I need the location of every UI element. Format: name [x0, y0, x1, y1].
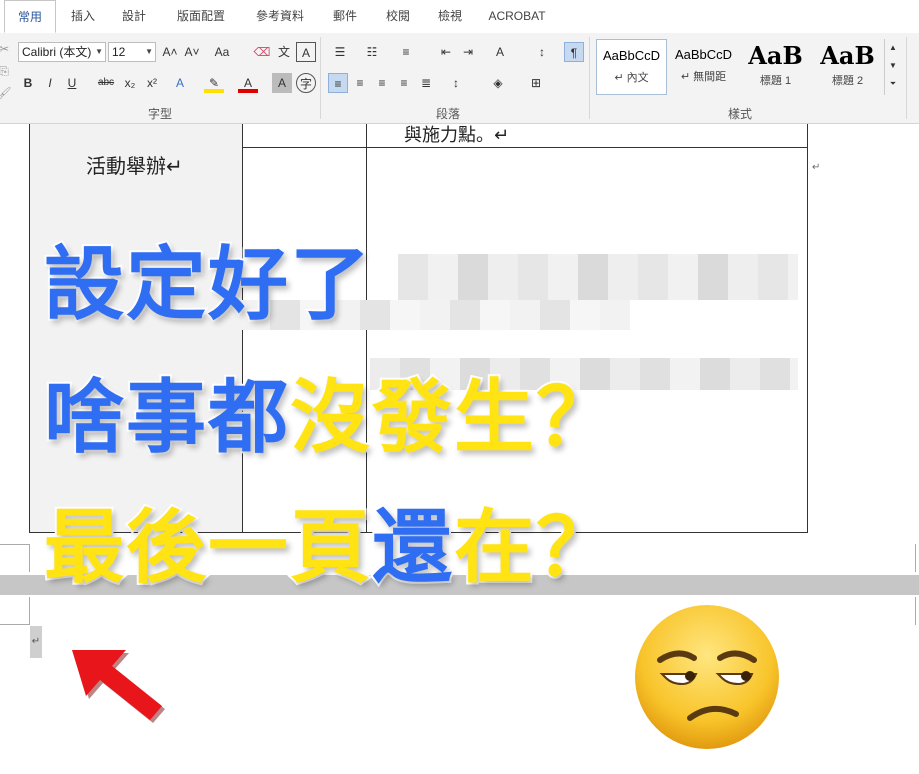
- style-name: ↵ 無間距: [680, 71, 727, 83]
- tab-home[interactable]: 常用: [4, 0, 56, 33]
- text-effects-icon[interactable]: A: [170, 73, 190, 93]
- red-arrow-icon: [72, 650, 165, 723]
- style-sample: AaBbCcD: [602, 48, 661, 63]
- style-name: ↵ 內文: [614, 72, 649, 84]
- justify-icon[interactable]: ≡: [394, 73, 414, 93]
- bold-button[interactable]: B: [18, 73, 38, 93]
- tab-review[interactable]: 校閱: [378, 0, 418, 33]
- table-border: [29, 124, 30, 532]
- char-border-icon[interactable]: A: [296, 42, 316, 62]
- style-heading-2[interactable]: AaB 標題 2: [812, 39, 883, 95]
- copy-icon[interactable]: ⎘: [0, 61, 14, 81]
- tab-acrobat[interactable]: ACROBAT: [482, 0, 552, 33]
- table-border: [807, 124, 808, 532]
- ribbon-tabs: 常用 插入 設計 版面配置 參考資料 郵件 校閱 檢視 ACROBAT: [0, 0, 919, 34]
- chevron-down-icon: ▼: [145, 47, 153, 56]
- decrease-indent-icon[interactable]: ⇤: [436, 42, 456, 62]
- cell-text-top: 與施力點。↵: [404, 125, 510, 145]
- font-color-icon[interactable]: A: [238, 73, 258, 93]
- increase-indent-icon[interactable]: ⇥: [458, 42, 478, 62]
- group-paragraph-label: 段落: [436, 107, 461, 121]
- clipboard-icon[interactable]: ✂: [0, 39, 14, 59]
- caption-line-2-yellow: 沒發生？: [288, 369, 618, 466]
- multilevel-list-icon[interactable]: ≡: [396, 42, 416, 62]
- font-size-combo[interactable]: 12 ▼: [108, 42, 156, 62]
- caption-line-3-yellow-3: 在？: [452, 499, 618, 596]
- tab-insert[interactable]: 插入: [62, 0, 104, 33]
- redacted-text: [398, 254, 798, 300]
- style-heading-1[interactable]: AaB 標題 1: [740, 39, 811, 95]
- font-size-value: 12: [112, 45, 126, 59]
- caption-line-3-blue: 還: [370, 499, 454, 596]
- strikethrough-button[interactable]: abc: [94, 73, 118, 93]
- group-styles-label: 樣式: [728, 107, 753, 121]
- align-left-icon[interactable]: ≡: [328, 73, 348, 93]
- crop-mark: [0, 544, 30, 545]
- line-spacing-icon[interactable]: ↕: [446, 73, 466, 93]
- bullets-icon[interactable]: ☰: [330, 42, 350, 62]
- enclose-char-icon[interactable]: 字: [296, 73, 316, 93]
- group-separator: [906, 37, 907, 119]
- group-separator: [589, 37, 590, 119]
- chevron-down-icon: ▼: [95, 47, 103, 56]
- style-no-spacing[interactable]: AaBbCcD ↵ 無間距: [668, 39, 739, 95]
- italic-button[interactable]: I: [40, 73, 60, 93]
- shrink-font-button[interactable]: A˅: [182, 42, 202, 62]
- last-page-paragraph-mark[interactable]: ↵: [30, 626, 42, 658]
- show-marks-icon[interactable]: ¶: [564, 42, 584, 62]
- grow-font-button[interactable]: A˄: [160, 42, 180, 62]
- align-center-icon[interactable]: ≡: [350, 73, 370, 93]
- style-sample: AaB: [820, 41, 875, 70]
- style-sample: AaBbCcD: [674, 47, 733, 62]
- change-case-button[interactable]: Aa: [208, 42, 236, 62]
- crop-mark: [915, 597, 916, 625]
- sort-icon[interactable]: ↕: [532, 42, 552, 62]
- caption-line-3-yellow-1: 最後: [42, 499, 208, 596]
- caption-line-3-yellow-2: 一頁: [206, 499, 372, 596]
- style-name: 標題 2: [831, 75, 864, 87]
- caption-line-2: 啥事都沒發生？: [42, 353, 618, 469]
- subscript-button[interactable]: x₂: [120, 73, 140, 93]
- font-name-value: Calibri (本文): [22, 45, 92, 59]
- tab-layout[interactable]: 版面配置: [170, 0, 232, 33]
- crop-mark: [29, 544, 30, 572]
- caption-line-2-blue: 啥事都: [42, 369, 290, 466]
- group-separator: [320, 37, 321, 119]
- shading-icon[interactable]: ◈: [488, 73, 508, 93]
- underline-button[interactable]: U: [62, 73, 82, 93]
- highlight-color-icon[interactable]: ✎: [204, 73, 224, 93]
- clear-format-icon[interactable]: ⌫: [252, 42, 272, 62]
- numbering-icon[interactable]: ☷: [362, 42, 382, 62]
- paragraph-mark: ↵: [812, 162, 821, 173]
- format-painter-icon[interactable]: 🖌: [0, 83, 14, 103]
- tab-view[interactable]: 檢視: [430, 0, 470, 33]
- crop-mark: [915, 544, 916, 572]
- style-sample: AaB: [748, 41, 803, 70]
- borders-icon[interactable]: ⊞: [526, 73, 546, 93]
- font-name-combo[interactable]: Calibri (本文) ▼: [18, 42, 106, 62]
- caption-line-3: 最後一頁還在？: [42, 483, 618, 599]
- unamused-face-emoji: [635, 605, 779, 749]
- char-shading-icon[interactable]: A: [272, 73, 292, 93]
- table-border: [242, 147, 808, 148]
- group-font-label: 字型: [148, 107, 173, 121]
- style-name: 標題 1: [759, 75, 792, 87]
- styles-scroll[interactable]: ▲ ▼ ⏷: [884, 39, 901, 95]
- tab-mailings[interactable]: 郵件: [325, 0, 365, 33]
- phonetic-guide-icon[interactable]: 文: [274, 42, 294, 62]
- asian-layout-icon[interactable]: A: [490, 42, 510, 62]
- distributed-icon[interactable]: ≣: [416, 73, 436, 93]
- tab-design[interactable]: 設計: [112, 0, 156, 33]
- cell-text-activity: 活動舉辦↵: [86, 156, 183, 178]
- style-normal[interactable]: AaBbCcD ↵ 內文: [596, 39, 667, 95]
- superscript-button[interactable]: x²: [142, 73, 162, 93]
- crop-mark: [29, 597, 30, 625]
- crop-mark: [0, 624, 30, 625]
- align-right-icon[interactable]: ≡: [372, 73, 392, 93]
- caption-line-1: 設定好了: [42, 236, 372, 333]
- tab-references[interactable]: 參考資料: [248, 0, 312, 33]
- ribbon-home: ✂ ⎘ 🖌 Calibri (本文) ▼ 12 ▼ A˄ A˅ Aa ⌫ 文 A…: [0, 33, 919, 124]
